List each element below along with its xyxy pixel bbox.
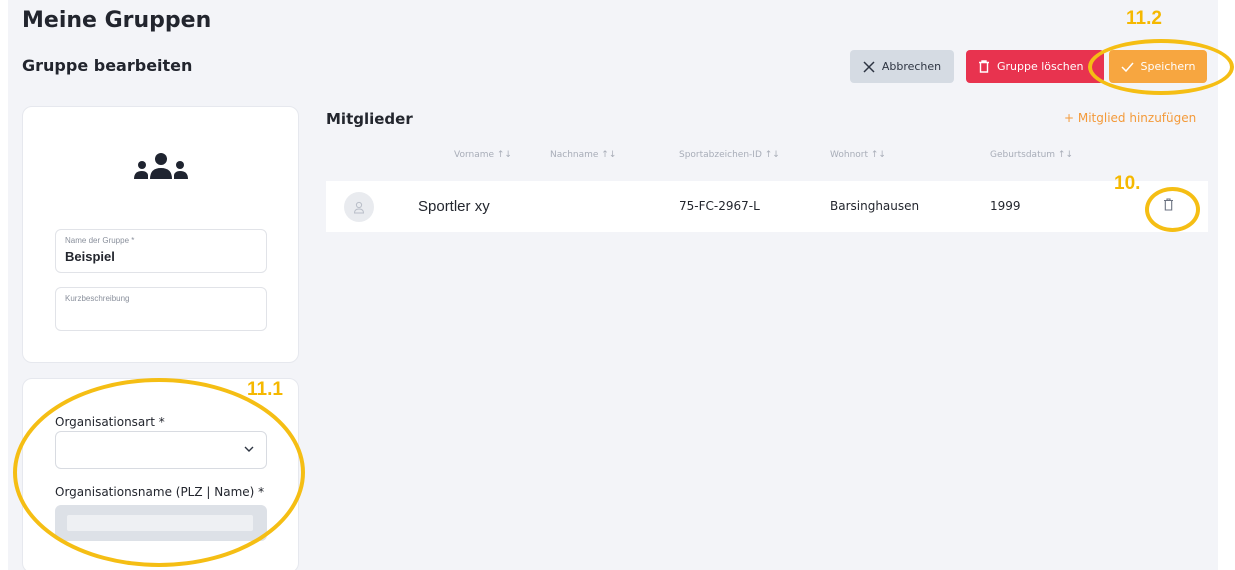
annotation-label-row-delete: 10. [1114, 173, 1141, 194]
delete-group-button[interactable]: Gruppe löschen [966, 50, 1104, 83]
trash-icon [979, 60, 989, 73]
page-subtitle: Gruppe bearbeiten [22, 56, 193, 75]
delete-group-button-label: Gruppe löschen [997, 60, 1084, 73]
add-member-button[interactable]: + Mitglied hinzufügen [1064, 111, 1196, 125]
group-name-value: Beispiel [65, 249, 115, 264]
member-geburtsdatum: 1999 [990, 199, 1021, 213]
group-details-card: Name der Gruppe * Beispiel Kurzbeschreib… [22, 106, 299, 363]
group-name-field[interactable]: Name der Gruppe * Beispiel [55, 229, 267, 273]
save-button-label: Speichern [1140, 60, 1196, 73]
avatar [344, 192, 374, 222]
cancel-button-label: Abbrechen [881, 60, 942, 73]
page-title: Meine Gruppen [22, 8, 212, 33]
member-name: Sportler xy [418, 198, 490, 215]
members-title: Mitglieder [326, 110, 413, 128]
column-header-sportabzeichen-id[interactable]: Sportabzeichen-ID ↑↓ [679, 150, 780, 160]
cancel-button[interactable]: Abbrechen [850, 50, 954, 83]
group-icon [134, 153, 188, 179]
organisation-type-label: Organisationsart * [55, 415, 165, 429]
member-wohnort: Barsinghausen [830, 199, 920, 213]
chevron-down-icon [244, 446, 254, 452]
group-description-label: Kurzbeschreibung [65, 294, 130, 303]
column-header-geburtsdatum[interactable]: Geburtsdatum ↑↓ [990, 150, 1073, 160]
annotation-label-save: 11.2 [1126, 8, 1162, 29]
close-icon [863, 60, 875, 73]
organisation-name-label: Organisationsname (PLZ | Name) * [55, 485, 265, 499]
organisation-name-field[interactable] [55, 505, 267, 541]
organisation-card: Organisationsart * Organisationsname (PL… [22, 378, 299, 570]
table-row[interactable]: Sportler xy 75-FC-2967-L Barsinghausen 1… [326, 181, 1208, 232]
annotation-label-organisation: 11.1 [247, 379, 283, 400]
check-icon [1121, 62, 1134, 72]
column-header-vorname[interactable]: Vorname ↑↓ [454, 150, 512, 160]
group-description-field[interactable]: Kurzbeschreibung [55, 287, 267, 331]
save-button[interactable]: Speichern [1109, 50, 1207, 83]
organisation-name-placeholder [67, 515, 253, 531]
organisation-type-select[interactable] [55, 431, 267, 469]
trash-icon[interactable] [1163, 198, 1174, 211]
member-sportabzeichen-id: 75-FC-2967-L [679, 199, 760, 213]
user-icon [353, 201, 365, 213]
column-header-wohnort[interactable]: Wohnort ↑↓ [830, 150, 886, 160]
column-header-nachname[interactable]: Nachname ↑↓ [550, 150, 616, 160]
app-window: Meine Gruppen Gruppe bearbeiten Abbreche… [8, 0, 1218, 570]
group-name-label: Name der Gruppe * [65, 236, 135, 245]
